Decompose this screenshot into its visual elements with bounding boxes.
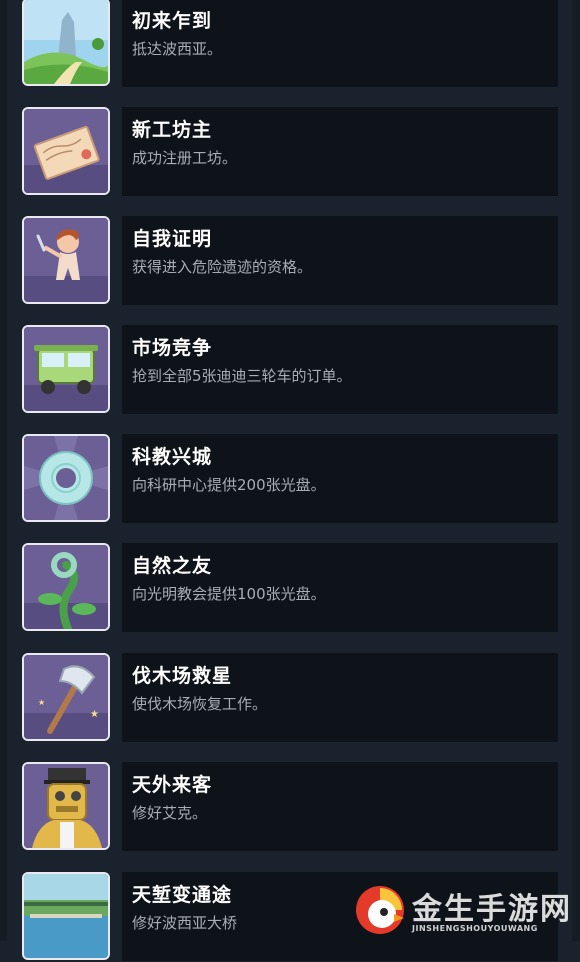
watermark-logo-icon: [354, 884, 406, 936]
achievement-row[interactable]: ★ ★ 伐木场救星 使伐木场恢复工作。: [0, 653, 580, 743]
achievement-panel: 自我证明 获得进入危险遗迹的资格。: [122, 216, 558, 305]
watermark-text: 金生手游网: [412, 892, 572, 927]
robot-icon: [22, 762, 110, 850]
achievement-row[interactable]: 天外来客 修好艾克。: [0, 762, 580, 852]
achievement-title: 天外来客: [132, 774, 213, 796]
achievement-panel: 市场竞争 抢到全部5张迪迪三轮车的订单。: [122, 325, 558, 414]
achievement-title: 伐木场救星: [132, 665, 233, 687]
achievement-description: 修好波西亚大桥: [132, 914, 238, 932]
achievement-row[interactable]: 自然之友 向光明教会提供100张光盘。: [0, 543, 580, 633]
achievement-panel: 天外来客 修好艾克。: [122, 762, 558, 851]
achievement-panel: 伐木场救星 使伐木场恢复工作。: [122, 653, 558, 742]
disc-icon: [22, 434, 110, 522]
achievement-description: 抵达波西亚。: [132, 40, 223, 58]
achievement-panel: 科教兴城 向科研中心提供200张光盘。: [122, 434, 558, 523]
achievement-title: 新工坊主: [132, 119, 213, 141]
achievement-title: 市场竞争: [132, 337, 213, 359]
bridge-icon: [22, 872, 110, 960]
svg-text:★: ★: [90, 709, 99, 720]
achievement-description: 使伐木场恢复工作。: [132, 695, 268, 713]
achievement-description: 抢到全部5张迪迪三轮车的订单。: [132, 367, 352, 385]
achievement-title: 科教兴城: [132, 446, 213, 468]
vine-icon: [22, 543, 110, 631]
landscape-icon: [22, 0, 110, 86]
achievement-panel: 自然之友 向光明教会提供100张光盘。: [122, 543, 558, 632]
tricycle-icon: [22, 325, 110, 413]
achievement-row[interactable]: 新工坊主 成功注册工坊。: [0, 107, 580, 197]
achievement-description: 修好艾克。: [132, 804, 208, 822]
achievement-description: 向光明教会提供100张光盘。: [132, 585, 326, 603]
achievement-row[interactable]: 科教兴城 向科研中心提供200张光盘。: [0, 434, 580, 524]
achievement-panel: 初来乍到 抵达波西亚。: [122, 0, 558, 87]
achievement-description: 获得进入危险遗迹的资格。: [132, 258, 313, 276]
svg-text:★: ★: [38, 698, 45, 707]
achievement-panel: 新工坊主 成功注册工坊。: [122, 107, 558, 196]
hero-boy-icon: [22, 216, 110, 304]
achievement-row[interactable]: 初来乍到 抵达波西亚。: [0, 0, 580, 88]
achievement-title: 自然之友: [132, 555, 213, 577]
certificate-icon: [22, 107, 110, 195]
watermark: 金生手游网 JINSHENGSHOUYOUWANG: [354, 884, 574, 938]
achievement-title: 初来乍到: [132, 10, 213, 32]
achievement-title: 自我证明: [132, 228, 213, 250]
watermark-subtext: JINSHENGSHOUYOUWANG: [412, 924, 538, 933]
axe-icon: ★ ★: [22, 653, 110, 741]
achievement-title: 天堑变通途: [132, 884, 233, 906]
achievement-row[interactable]: 自我证明 获得进入危险遗迹的资格。: [0, 216, 580, 306]
achievement-description: 向科研中心提供200张光盘。: [132, 476, 326, 494]
achievement-row[interactable]: 市场竞争 抢到全部5张迪迪三轮车的订单。: [0, 325, 580, 415]
achievement-description: 成功注册工坊。: [132, 149, 238, 167]
